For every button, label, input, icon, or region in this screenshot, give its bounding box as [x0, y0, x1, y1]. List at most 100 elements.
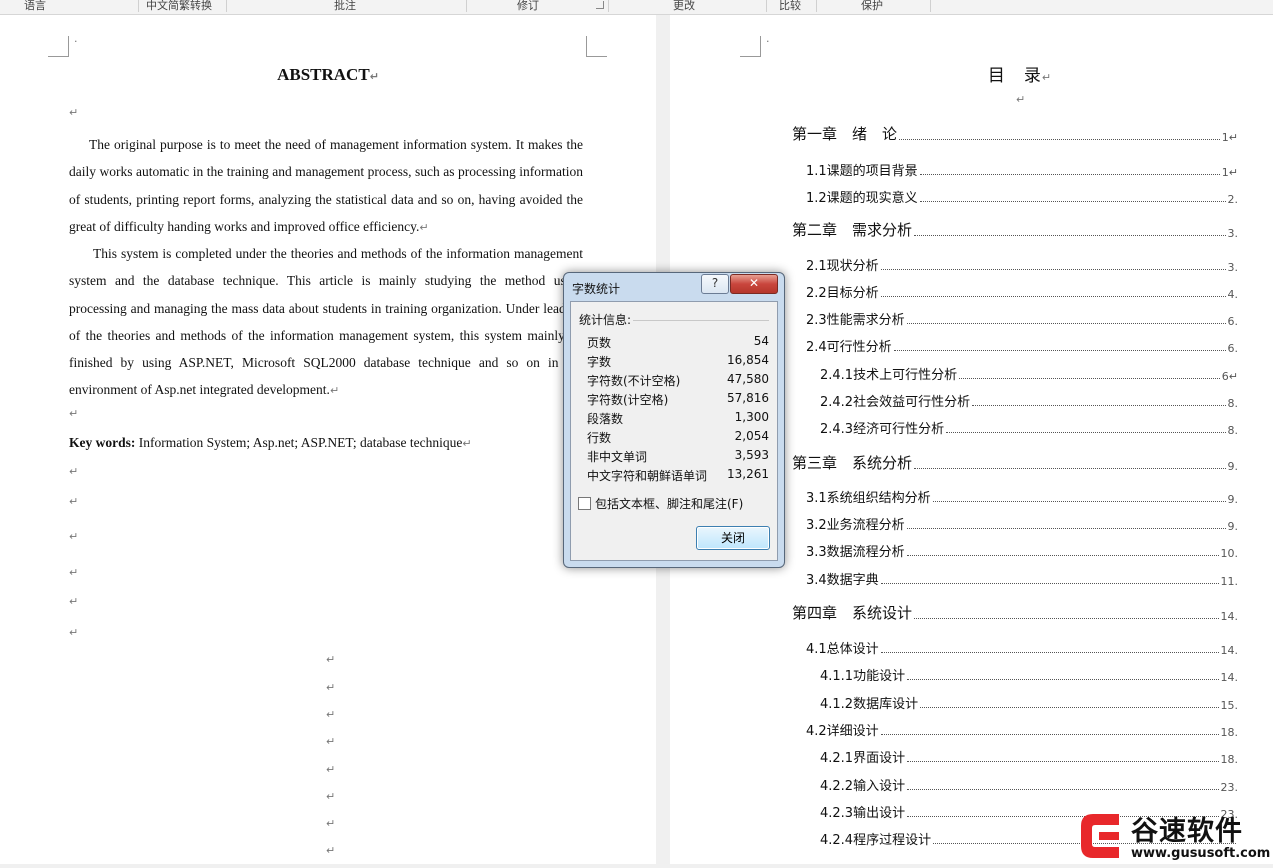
stat-value: 16,854	[727, 353, 769, 367]
margin-corner-mark	[48, 36, 69, 57]
toc-leader-dots	[880, 583, 1219, 584]
toc-entry-label: 2.1现状分析	[806, 259, 879, 274]
paragraph-mark: ↵	[326, 790, 336, 803]
stat-label: 页数	[587, 336, 612, 350]
toc-entry-label: 3.1系统组织结构分析	[806, 491, 931, 506]
paragraph-mark: ↵	[69, 530, 79, 543]
toc-entry[interactable]: 3.2业务流程分析 9.	[806, 514, 1238, 533]
toc-entry[interactable]: 2.4.1技术上可行性分析 6↵	[820, 364, 1238, 383]
toc-leader-dots	[914, 618, 1219, 619]
toc-entry[interactable]: 第四章 系统设计 14.	[792, 602, 1238, 623]
toc-leader-dots	[880, 269, 1226, 270]
watermark-url: www.gususoft.com	[1131, 846, 1271, 861]
toc-entry-page: 6.	[1227, 315, 1239, 328]
toc-entry-label: 2.3性能需求分析	[806, 313, 905, 328]
close-button[interactable]: 关闭	[696, 526, 770, 550]
help-button[interactable]: ?	[701, 274, 729, 294]
abstract-paragraph-1: The original purpose is to meet the need…	[69, 131, 583, 241]
toc-leader-dots	[906, 323, 1226, 324]
toc-leader-dots	[899, 139, 1220, 140]
stat-value: 1,300	[734, 410, 769, 424]
toc-entry-label: 第四章 系统设计	[792, 604, 913, 622]
ribbon-group-compare[interactable]: 比较	[779, 0, 801, 13]
toc-entry-label: 3.4数据字典	[806, 573, 879, 588]
ribbon-separator	[608, 0, 609, 12]
include-textboxes-label[interactable]: 包括文本框、脚注和尾注(F)	[595, 495, 743, 512]
toc-entry-page: 14.	[1220, 644, 1239, 657]
paragraph-mark: ↵	[69, 106, 79, 119]
toc-entry-label: 4.2.4程序过程设计	[820, 833, 932, 848]
ribbon-separator	[138, 0, 139, 12]
toc-entry[interactable]: 2.3性能需求分析 6.	[806, 309, 1238, 328]
toc-entry[interactable]: 4.1.1功能设计 14.	[820, 665, 1238, 684]
toc-leader-dots	[880, 652, 1219, 653]
toc-entry-page: 9.	[1227, 460, 1239, 473]
toc-entry[interactable]: 第三章 系统分析 9.	[792, 452, 1238, 473]
ribbon-group-protect[interactable]: 保护	[861, 0, 883, 13]
close-window-button[interactable]: ✕	[730, 274, 778, 294]
toc-leader-dots	[914, 468, 1226, 469]
toc-entry-page: 6.	[1227, 342, 1239, 355]
toc-entry[interactable]: 1.2课题的现实意义 2.	[806, 187, 1238, 206]
toc-leader-dots	[919, 201, 1226, 202]
toc-entry[interactable]: 4.1.2数据库设计 15.	[820, 693, 1238, 712]
toc-entry[interactable]: 2.1现状分析 3.	[806, 255, 1238, 274]
paragraph-mark: ↵	[326, 763, 336, 776]
ribbon-group-comments[interactable]: 批注	[334, 0, 356, 13]
ribbon-group-language[interactable]: 语言	[24, 0, 46, 13]
toc-entry[interactable]: 3.4数据字典 11.	[806, 569, 1238, 588]
paragraph-mark: ↵	[326, 708, 336, 721]
document-page-abstract[interactable]: · ABSTRACT↵ ↵ The original purpose is to…	[0, 15, 656, 864]
ribbon-group-chinese-conversion[interactable]: 中文简繁转换	[146, 0, 212, 13]
toc-entry[interactable]: 2.2目标分析 4.	[806, 282, 1238, 301]
stat-label: 字符数(不计空格)	[587, 374, 681, 388]
toc-entry[interactable]: 1.1课题的项目背景 1↵	[806, 160, 1238, 179]
abstract-title-text: ABSTRACT	[277, 65, 370, 84]
stat-row-non-chinese-words: 非中文单词 3,593	[587, 448, 769, 467]
toc-entry-label: 3.3数据流程分析	[806, 545, 905, 560]
toc-entry[interactable]: 第一章 绪 论 1↵	[792, 123, 1238, 144]
toc-title-text: 目 录	[987, 66, 1042, 86]
toc-entry[interactable]: 3.3数据流程分析 10.	[806, 541, 1238, 560]
toc-entry[interactable]: 2.4.3经济可行性分析 8.	[820, 418, 1238, 437]
ribbon-group-labels: 语言 中文简繁转换 批注 修订 更改 比较 保护	[0, 0, 1273, 15]
toc-entry-label: 4.1.1功能设计	[820, 669, 906, 684]
toc-entry[interactable]: 第二章 需求分析 3.	[792, 219, 1238, 240]
toc-entry-page: 3.	[1227, 227, 1239, 240]
ribbon-group-tracking[interactable]: 修订	[517, 0, 539, 13]
toc-leader-dots	[932, 501, 1226, 502]
abstract-title: ABSTRACT↵	[0, 65, 656, 85]
paragraph-mark: ↵	[69, 495, 79, 508]
toc-leader-dots	[920, 707, 1219, 708]
toc-entry-label: 4.2.1界面设计	[820, 751, 906, 766]
margin-corner-mark	[586, 36, 607, 57]
toc-entry-label: 第一章 绪 论	[792, 125, 898, 143]
include-textboxes-checkbox[interactable]	[578, 497, 591, 510]
toc-entry[interactable]: 2.4.2社会效益可行性分析 8.	[820, 391, 1238, 410]
section-divider	[633, 320, 769, 321]
dialog-launcher-icon[interactable]	[596, 1, 604, 9]
stats-section-label: 统计信息:	[579, 313, 632, 327]
stat-value: 3,593	[734, 448, 769, 462]
ribbon-separator	[930, 0, 931, 12]
stat-value: 13,261	[727, 467, 769, 481]
stat-row-paragraphs: 段落数 1,300	[587, 410, 769, 429]
toc-leader-dots	[907, 679, 1219, 680]
ribbon-group-changes[interactable]: 更改	[673, 0, 695, 13]
toc-leader-dots	[919, 174, 1220, 175]
toc-entry[interactable]: 3.1系统组织结构分析 9.	[806, 487, 1238, 506]
toc-entry[interactable]: 2.4可行性分析 6.	[806, 336, 1238, 355]
toc-entry-page: 9.	[1227, 520, 1239, 533]
toc-entry-label: 3.2业务流程分析	[806, 518, 905, 533]
toc-leader-dots	[907, 789, 1219, 790]
toc-leader-dots	[906, 555, 1219, 556]
toc-entry-label: 1.1课题的项目背景	[806, 164, 918, 179]
toc-entry[interactable]: 4.1总体设计 14.	[806, 638, 1238, 657]
toc-entry[interactable]: 4.2.1界面设计 18.	[820, 747, 1238, 766]
toc-entry[interactable]: 4.2.2输入设计 23.	[820, 775, 1238, 794]
stat-row-chars-with-spaces: 字符数(计空格) 57,816	[587, 391, 769, 410]
help-icon: ?	[711, 276, 719, 290]
close-icon: ✕	[748, 276, 760, 290]
stat-label: 字数	[587, 355, 612, 369]
toc-entry[interactable]: 4.2详细设计 18.	[806, 720, 1238, 739]
